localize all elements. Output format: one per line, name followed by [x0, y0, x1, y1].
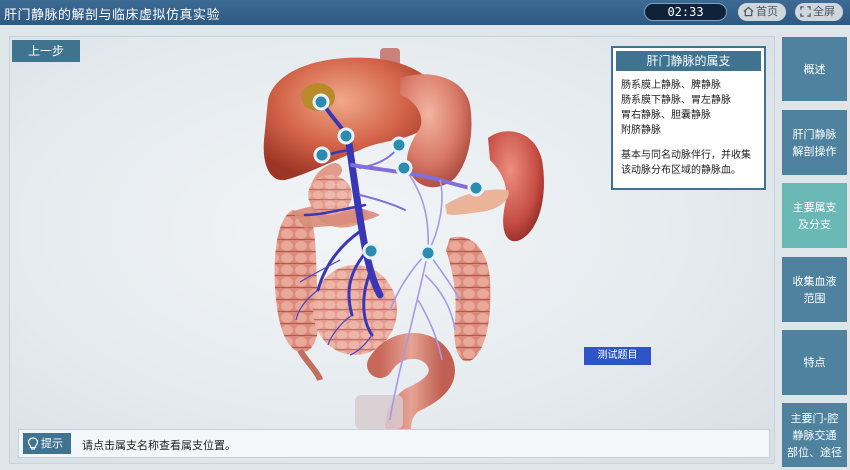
- hint-text: 请点击属支名称查看属支位置。: [82, 439, 236, 452]
- location-marker-icon[interactable]: [395, 159, 413, 177]
- location-marker-icon[interactable]: [467, 179, 485, 197]
- nav-label: 范围: [803, 291, 826, 305]
- nav-label: 及分支: [798, 217, 831, 231]
- nav-drainage-area[interactable]: 收集血液 范围: [782, 257, 847, 322]
- hint-tag: 提示: [23, 433, 71, 454]
- nav-portacaval-anastomoses[interactable]: 主要门-腔 静脉交通 部位、途径: [782, 403, 847, 467]
- nav-label: 收集血液: [792, 274, 837, 288]
- nav-label: 静脉交通: [792, 428, 837, 442]
- nav-label: 特点: [803, 356, 826, 369]
- nav-label: 概述: [803, 62, 826, 76]
- info-description: 基本与同名动脉伴行，并收集 该动脉分布区域的静脉血。: [613, 138, 764, 178]
- location-marker-icon[interactable]: [419, 244, 437, 262]
- location-marker-icon[interactable]: [362, 242, 380, 260]
- lightbulb-icon: [27, 437, 39, 450]
- rectum: [355, 395, 403, 429]
- nav-label: 部位、途径: [787, 445, 842, 459]
- nav-features[interactable]: 特点: [782, 330, 847, 395]
- location-marker-icon[interactable]: [313, 146, 331, 164]
- nav-label: 主要属支: [792, 200, 837, 214]
- description-line: 基本与同名动脉伴行，并收集: [621, 150, 751, 161]
- branch-item[interactable]: 肠系膜下静脉、胃左静脉: [621, 93, 764, 108]
- location-marker-icon[interactable]: [337, 127, 355, 145]
- hint-bar: 提示 请点击属支名称查看属支位置。: [18, 429, 770, 458]
- branch-item[interactable]: 肠系膜上静脉、脾静脉: [621, 78, 764, 93]
- hint-tag-label: 提示: [41, 437, 63, 450]
- test-questions-button[interactable]: 测试题目: [584, 347, 651, 365]
- nav-label: 肝门静脉: [792, 127, 837, 141]
- spleen: [488, 131, 544, 242]
- info-panel-title: 肝门静脉的属支: [616, 51, 761, 71]
- branch-item[interactable]: 附脐静脉: [621, 123, 764, 138]
- branch-item[interactable]: 胃右静脉、胆囊静脉: [621, 108, 764, 123]
- nav-anatomy-operation[interactable]: 肝门静脉 解剖操作: [782, 110, 847, 175]
- location-marker-icon[interactable]: [390, 136, 408, 154]
- ascending-colon: [274, 210, 319, 353]
- info-panel: 肝门静脉的属支 肠系膜上静脉、脾静脉 肠系膜下静脉、胃左静脉 胃右静脉、胆囊静脉…: [611, 46, 766, 190]
- branch-list: 肠系膜上静脉、脾静脉 肠系膜下静脉、胃左静脉 胃右静脉、胆囊静脉 附脐静脉: [613, 71, 764, 138]
- nav-overview[interactable]: 概述: [782, 37, 847, 101]
- description-line: 该动脉分布区域的静脉血。: [621, 165, 741, 176]
- small-intestine: [313, 265, 397, 355]
- appendix: [297, 348, 323, 382]
- nav-label: 主要门-腔: [790, 411, 839, 425]
- location-marker-icon[interactable]: [312, 93, 330, 111]
- descending-colon: [446, 236, 491, 362]
- back-button[interactable]: 上一步: [12, 40, 80, 62]
- nav-main-branches[interactable]: 主要属支 及分支: [782, 183, 847, 248]
- nav-label: 解剖操作: [792, 144, 837, 158]
